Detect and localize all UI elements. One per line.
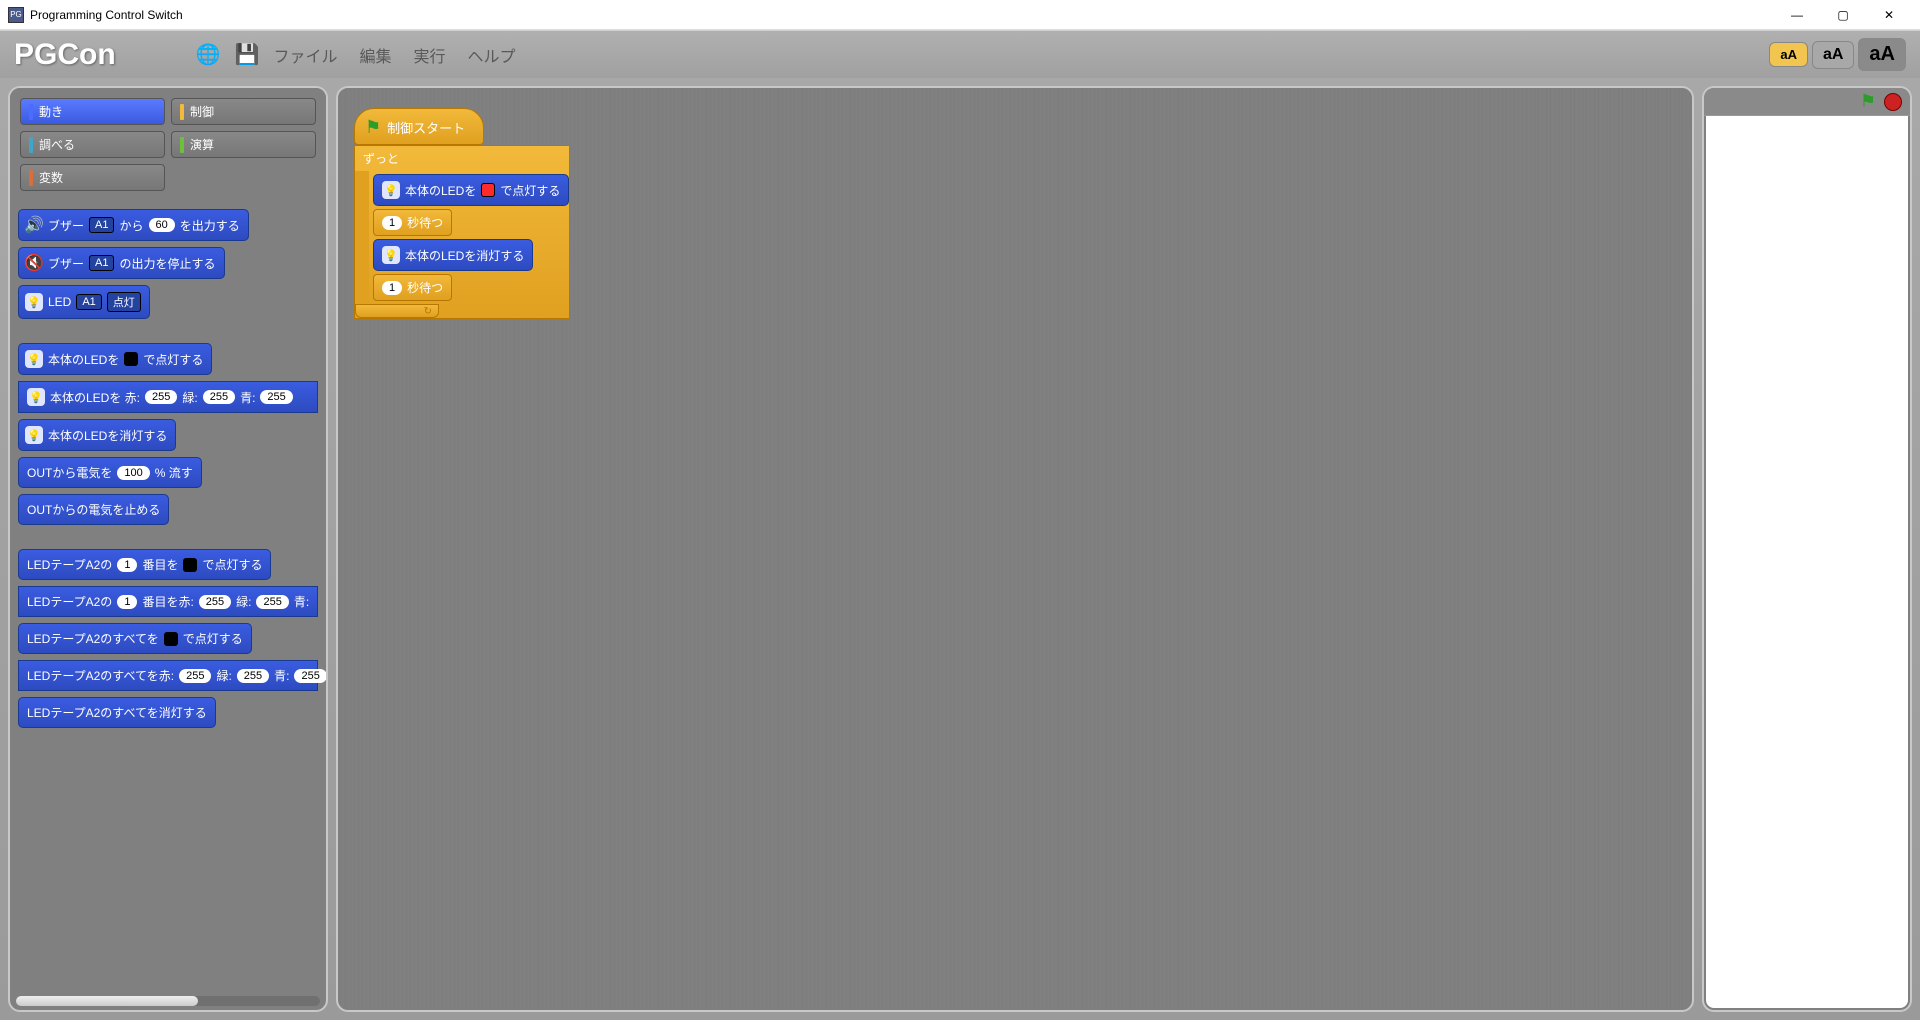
script-area[interactable]: ⚑ 制御スタート ずっと 💡 本体のLEDを で点灯する 1 秒待つ [336, 86, 1694, 1012]
block-tape-index-color[interactable]: LEDテープA2の1 番目を で点灯する [18, 549, 271, 580]
block-led-port[interactable]: 💡 LED A1 点灯 [18, 285, 150, 319]
menu-file[interactable]: ファイル [273, 43, 337, 67]
category-operators[interactable]: 演算 [171, 131, 316, 158]
maximize-button[interactable]: ▢ [1820, 0, 1866, 30]
category-motion[interactable]: 動き [20, 98, 165, 125]
font-medium-button[interactable]: aA [1812, 41, 1854, 69]
block-body-led-off[interactable]: 💡 本体のLEDを消灯する [18, 419, 176, 451]
font-large-button[interactable]: aA [1858, 38, 1906, 71]
block-out-power[interactable]: OUTから電気を 100 % 流す [18, 457, 202, 488]
block-body-led-off[interactable]: 💡 本体のLEDを消灯する [373, 239, 533, 271]
port-dropdown[interactable]: A1 [76, 294, 101, 310]
wait-block[interactable]: 1 秒待つ [373, 209, 452, 236]
category-label: 制御 [190, 103, 214, 120]
forever-block[interactable]: ずっと 💡 本体のLEDを で点灯する 1 秒待つ 💡 本体のLEDを消灯 [354, 145, 570, 319]
block-body-led-rgb[interactable]: 💡 本体のLEDを 赤:255 緑:255 青:255 [18, 381, 318, 413]
value-input[interactable]: 60 [149, 218, 175, 232]
state-dropdown[interactable]: 点灯 [107, 292, 141, 312]
block-tape-all-off[interactable]: LEDテープA2のすべてを消灯する [18, 697, 216, 728]
menu-run[interactable]: 実行 [414, 43, 446, 67]
port-dropdown[interactable]: A1 [89, 217, 114, 233]
app-logo: PGCon [14, 38, 116, 72]
save-icon[interactable]: 💾 [235, 42, 260, 67]
bulb-icon: 💡 [382, 246, 400, 264]
palette-scrollbar[interactable] [16, 996, 320, 1006]
color-swatch[interactable] [481, 183, 495, 197]
category-label: 変数 [39, 169, 63, 186]
speaker-icon: 🔊 [25, 216, 43, 234]
top-toolbar: PGCon 🌐 💾 ファイル 編集 実行 ヘルプ aA aA aA [0, 30, 1920, 78]
block-tape-index-rgb[interactable]: LEDテープA2の1 番目を赤:255 緑:255 青: [18, 586, 318, 617]
category-label: 動き [39, 103, 63, 120]
green-flag-button[interactable]: ⚑ [1860, 91, 1876, 112]
category-control[interactable]: 制御 [171, 98, 316, 125]
app-icon: PG [8, 7, 24, 23]
bulb-icon: 💡 [27, 388, 45, 406]
block-palette: 動き 制御 調べる 演算 変数 🔊 ブザー A1 から 60 を出力する 🔇 ブ… [8, 86, 328, 1012]
block-tape-all-rgb[interactable]: LEDテープA2のすべてを赤:255 緑:255 青:255 [18, 660, 318, 691]
stage-canvas[interactable] [1706, 116, 1908, 1008]
speaker-mute-icon: 🔇 [25, 254, 43, 272]
category-selector: 動き 制御 調べる 演算 変数 [10, 88, 326, 201]
minimize-button[interactable]: — [1774, 0, 1820, 30]
category-label: 演算 [190, 136, 214, 153]
window-title: Programming Control Switch [30, 8, 1774, 22]
block-tape-all-color[interactable]: LEDテープA2のすべてを で点灯する [18, 623, 252, 654]
menu-help[interactable]: ヘルプ [468, 43, 516, 67]
flag-icon: ⚑ [365, 117, 381, 138]
block-buzzer-stop[interactable]: 🔇 ブザー A1 の出力を停止する [18, 247, 225, 279]
script-stack[interactable]: ⚑ 制御スタート ずっと 💡 本体のLEDを で点灯する 1 秒待つ [354, 108, 570, 319]
window-titlebar: PG Programming Control Switch — ▢ ✕ [0, 0, 1920, 30]
stage-panel: ⚑ [1702, 86, 1912, 1012]
stop-button[interactable] [1884, 93, 1902, 111]
bulb-icon: 💡 [25, 426, 43, 444]
category-variables[interactable]: 変数 [20, 164, 165, 191]
close-button[interactable]: ✕ [1866, 0, 1912, 30]
block-buzzer-output[interactable]: 🔊 ブザー A1 から 60 を出力する [18, 209, 249, 241]
category-label: 調べる [39, 136, 75, 153]
block-out-stop[interactable]: OUTからの電気を止める [18, 494, 169, 525]
block-body-led-on[interactable]: 💡 本体のLEDを で点灯する [373, 174, 569, 206]
stage-controls: ⚑ [1704, 88, 1910, 116]
bulb-icon: 💡 [25, 350, 43, 368]
globe-icon[interactable]: 🌐 [196, 42, 221, 67]
workspace: 動き 制御 調べる 演算 変数 🔊 ブザー A1 から 60 を出力する 🔇 ブ… [0, 78, 1920, 1020]
category-sensing[interactable]: 調べる [20, 131, 165, 158]
bulb-icon: 💡 [25, 293, 43, 311]
port-dropdown[interactable]: A1 [89, 255, 114, 271]
hat-block-start[interactable]: ⚑ 制御スタート [354, 108, 484, 145]
color-swatch[interactable] [124, 352, 138, 366]
bulb-icon: 💡 [382, 181, 400, 199]
block-body-led-color[interactable]: 💡 本体のLEDを で点灯する [18, 343, 212, 375]
wait-block[interactable]: 1 秒待つ [373, 274, 452, 301]
block-list: 🔊 ブザー A1 から 60 を出力する 🔇 ブザー A1 の出力を停止する 💡… [10, 201, 326, 1010]
menu-edit[interactable]: 編集 [360, 43, 392, 67]
font-small-button[interactable]: aA [1769, 42, 1808, 67]
